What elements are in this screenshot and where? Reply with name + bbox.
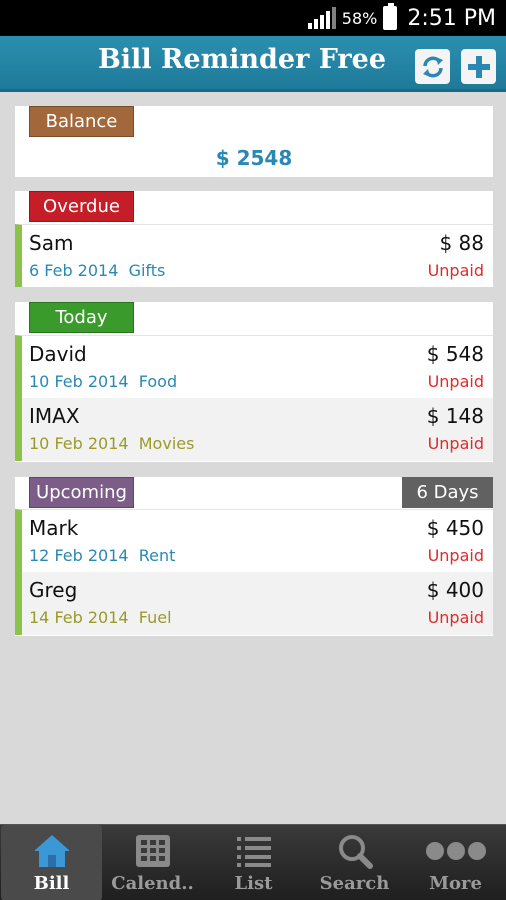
nav-label: Search bbox=[319, 873, 390, 894]
bill-row[interactable]: Mark $ 450 12 Feb 2014 Rent Unpaid bbox=[15, 509, 493, 572]
bill-meta: 14 Feb 2014 Fuel bbox=[29, 608, 172, 627]
bill-status: Unpaid bbox=[427, 372, 484, 391]
bill-name: David bbox=[29, 342, 87, 366]
days-badge: 6 Days bbox=[402, 477, 493, 508]
bill-amount: $ 548 bbox=[426, 342, 484, 366]
bill-date: 10 Feb 2014 bbox=[29, 434, 129, 453]
bill-name: Sam bbox=[29, 231, 74, 255]
bill-status: Unpaid bbox=[427, 434, 484, 453]
search-icon bbox=[338, 835, 373, 869]
bill-name: IMAX bbox=[29, 404, 80, 428]
bill-amount: $ 450 bbox=[426, 516, 484, 540]
nav-label: More bbox=[429, 873, 482, 894]
calendar-grid-icon bbox=[135, 835, 170, 867]
nav-search[interactable]: Search bbox=[304, 825, 405, 900]
bill-category: Gifts bbox=[128, 261, 166, 280]
bill-row[interactable]: David $ 548 10 Feb 2014 Food Unpaid bbox=[15, 335, 493, 398]
bill-name: Greg bbox=[29, 578, 78, 602]
nav-calendar[interactable]: Calend.. bbox=[102, 825, 203, 900]
overdue-section: Overdue Sam $ 88 6 Feb 2014 Gifts Unpaid bbox=[15, 191, 493, 287]
balance-card: Balance $ 2548 bbox=[15, 106, 493, 177]
upcoming-label: Upcoming bbox=[29, 477, 134, 508]
battery-icon bbox=[383, 3, 398, 30]
bill-row[interactable]: IMAX $ 148 10 Feb 2014 Movies Unpaid bbox=[15, 398, 493, 461]
bill-date: 10 Feb 2014 bbox=[29, 372, 129, 391]
bill-date: 12 Feb 2014 bbox=[29, 546, 129, 565]
sync-icon bbox=[422, 56, 443, 77]
nav-label: Calend.. bbox=[111, 873, 194, 894]
status-time: 2:51 PM bbox=[407, 5, 496, 31]
upcoming-section: Upcoming 6 Days Mark $ 450 12 Feb 2014 R… bbox=[15, 477, 493, 636]
balance-label: Balance bbox=[29, 106, 134, 137]
bill-meta: 10 Feb 2014 Movies bbox=[29, 434, 194, 453]
bill-amount: $ 88 bbox=[439, 231, 484, 255]
signal-icon bbox=[307, 7, 336, 29]
bill-status: Unpaid bbox=[427, 608, 484, 627]
today-section: Today David $ 548 10 Feb 2014 Food Unpai… bbox=[15, 302, 493, 462]
bill-category: Fuel bbox=[138, 608, 172, 627]
bill-meta: 12 Feb 2014 Rent bbox=[29, 546, 175, 565]
add-bill-button[interactable] bbox=[461, 49, 496, 84]
bill-meta: 10 Feb 2014 Food bbox=[29, 372, 177, 391]
nav-more[interactable]: More bbox=[405, 825, 506, 900]
battery-percent: 58% bbox=[341, 8, 378, 28]
bill-date: 14 Feb 2014 bbox=[29, 608, 129, 627]
overdue-label: Overdue bbox=[29, 191, 134, 222]
bill-amount: $ 148 bbox=[426, 404, 484, 428]
status-bar: 58% 2:51 PM bbox=[0, 0, 506, 36]
nav-list[interactable]: List bbox=[203, 825, 304, 900]
nav-bill[interactable]: Bill bbox=[1, 825, 102, 900]
list-icon bbox=[236, 837, 271, 867]
bill-date: 6 Feb 2014 bbox=[29, 261, 119, 280]
more-dots-icon bbox=[425, 842, 486, 860]
app-title: Bill Reminder Free bbox=[97, 44, 387, 75]
bill-category: Movies bbox=[138, 434, 195, 453]
bill-status: Unpaid bbox=[427, 261, 484, 280]
nav-label: Bill bbox=[33, 873, 70, 894]
today-label: Today bbox=[29, 302, 134, 333]
app-header: Bill Reminder Free bbox=[0, 36, 506, 92]
plus-icon bbox=[467, 55, 490, 78]
bill-status: Unpaid bbox=[427, 546, 484, 565]
home-icon bbox=[33, 835, 70, 867]
bottom-nav: Bill Calend.. List Search More bbox=[0, 824, 506, 900]
sync-button[interactable] bbox=[415, 49, 450, 84]
nav-label: List bbox=[234, 873, 273, 894]
bill-row[interactable]: Greg $ 400 14 Feb 2014 Fuel Unpaid bbox=[15, 572, 493, 635]
bill-meta: 6 Feb 2014 Gifts bbox=[29, 261, 165, 280]
bill-category: Food bbox=[138, 372, 178, 391]
balance-amount: $ 2548 bbox=[215, 146, 293, 170]
bill-category: Rent bbox=[138, 546, 176, 565]
bill-row[interactable]: Sam $ 88 6 Feb 2014 Gifts Unpaid bbox=[15, 224, 493, 287]
bill-name: Mark bbox=[29, 516, 79, 540]
bill-amount: $ 400 bbox=[426, 578, 484, 602]
